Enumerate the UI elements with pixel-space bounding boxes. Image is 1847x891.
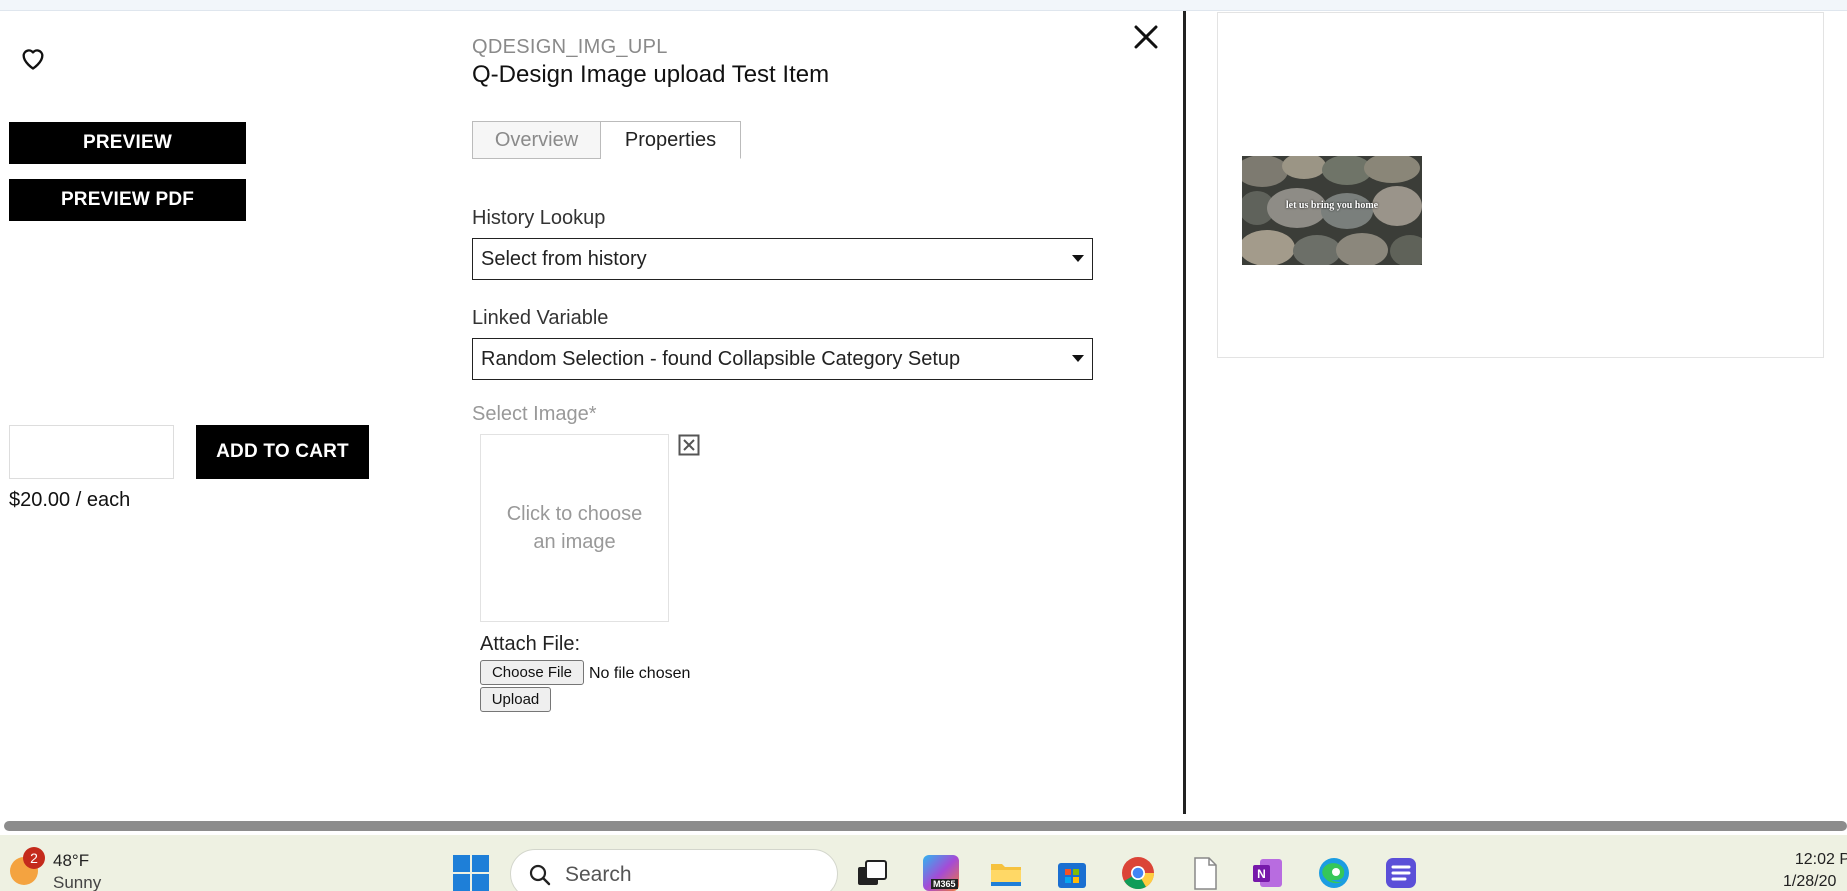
taskbar-date[interactable]: 1/28/20 bbox=[1783, 873, 1836, 891]
tab-bar: Overview Properties bbox=[472, 121, 741, 159]
browser-top-edge bbox=[0, 0, 1847, 11]
chrome-icon[interactable] bbox=[1120, 855, 1156, 891]
notification-badge: 2 bbox=[23, 847, 45, 869]
document-icon[interactable] bbox=[1187, 855, 1223, 891]
stacked-app-icon[interactable] bbox=[1383, 855, 1419, 891]
m365-label: M365 bbox=[931, 879, 958, 889]
history-lookup-select[interactable]: Select from history bbox=[472, 238, 1093, 280]
tab-overview[interactable]: Overview bbox=[472, 121, 601, 159]
add-to-cart-button[interactable]: ADD TO CART bbox=[196, 425, 369, 479]
quantity-input[interactable] bbox=[9, 425, 174, 479]
history-lookup-value: Select from history bbox=[481, 247, 647, 270]
search-placeholder: Search bbox=[565, 863, 632, 886]
page: PREVIEW PREVIEW PDF ADD TO CART $20.00 /… bbox=[0, 0, 1847, 891]
taskbar: 2 48°F Sunny Search M365 N 12:02 P 1/28/… bbox=[0, 835, 1847, 891]
weather-condition[interactable]: Sunny bbox=[53, 873, 101, 891]
clear-image-icon[interactable] bbox=[678, 434, 700, 456]
favorite-heart-icon[interactable] bbox=[18, 44, 48, 72]
preview-image-caption: let us bring you home bbox=[1285, 200, 1379, 211]
preview-button[interactable]: PREVIEW bbox=[9, 122, 246, 164]
image-chooser[interactable]: Click to choose an image bbox=[480, 434, 669, 622]
copilot-m365-icon[interactable]: M365 bbox=[923, 855, 959, 891]
tab-properties[interactable]: Properties bbox=[601, 121, 741, 159]
onenote-icon[interactable]: N bbox=[1250, 855, 1286, 891]
file-explorer-icon[interactable] bbox=[988, 855, 1024, 891]
taskbar-time[interactable]: 12:02 P bbox=[1790, 851, 1847, 869]
history-lookup-label: History Lookup bbox=[472, 207, 606, 229]
panel-divider[interactable] bbox=[1183, 11, 1186, 814]
linked-variable-value: Random Selection - found Collapsible Cat… bbox=[481, 347, 961, 370]
scrollbar-thumb[interactable] bbox=[4, 821, 1847, 831]
item-code: QDESIGN_IMG_UPL bbox=[472, 36, 668, 58]
horizontal-scrollbar[interactable] bbox=[0, 818, 1847, 835]
close-icon[interactable] bbox=[1131, 22, 1161, 52]
preview-image: let us bring you home bbox=[1242, 156, 1422, 265]
attach-file-label: Attach File: bbox=[480, 633, 581, 655]
linked-variable-label: Linked Variable bbox=[472, 307, 609, 329]
taskbar-search[interactable]: Search bbox=[510, 849, 838, 891]
svg-text:N: N bbox=[1257, 867, 1266, 881]
chevron-down-icon bbox=[1072, 355, 1084, 362]
unit-price: $20.00 / each bbox=[9, 489, 131, 511]
select-image-label: Select Image* bbox=[472, 403, 597, 425]
chevron-down-icon bbox=[1072, 255, 1084, 262]
image-chooser-placeholder: Click to choose an image bbox=[506, 503, 643, 553]
linked-variable-select[interactable]: Random Selection - found Collapsible Cat… bbox=[472, 338, 1093, 380]
no-file-text: No file chosen bbox=[589, 665, 691, 682]
edge-icon[interactable] bbox=[1316, 855, 1352, 891]
weather-temperature[interactable]: 48°F bbox=[53, 851, 89, 871]
choose-file-button[interactable]: Choose File bbox=[480, 660, 584, 685]
windows-start-icon[interactable] bbox=[453, 855, 489, 891]
microsoft-store-icon[interactable] bbox=[1054, 855, 1090, 891]
search-icon bbox=[529, 864, 551, 886]
upload-button[interactable]: Upload bbox=[480, 687, 551, 712]
item-title: Q-Design Image upload Test Item bbox=[472, 61, 830, 88]
task-view-icon[interactable] bbox=[854, 855, 890, 891]
preview-pdf-button[interactable]: PREVIEW PDF bbox=[9, 179, 246, 221]
